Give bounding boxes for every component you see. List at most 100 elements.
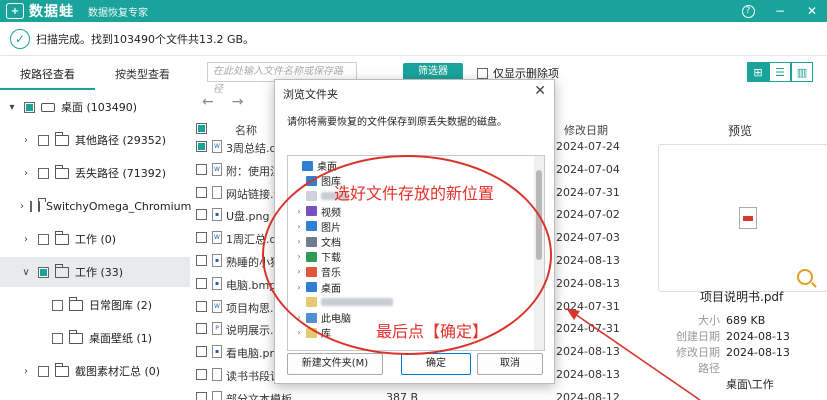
magnifier-icon[interactable] bbox=[797, 269, 813, 285]
tree-expand-icon[interactable]: ∨ bbox=[20, 267, 32, 278]
file-type-icon: W bbox=[212, 140, 222, 153]
tree-item[interactable]: › 丢失路径 (71392) bbox=[0, 158, 190, 188]
tree-item[interactable]: 日常图库 (2) bbox=[0, 290, 190, 320]
tree-expand-icon[interactable]: › bbox=[20, 201, 24, 212]
file-checkbox[interactable] bbox=[196, 369, 207, 380]
tree-expand-icon[interactable]: › bbox=[20, 135, 32, 146]
ok-button[interactable]: 确定 bbox=[401, 353, 471, 375]
dialog-tree-item[interactable]: › 库 bbox=[288, 325, 331, 340]
tree-item[interactable]: › 工作 (0) bbox=[0, 224, 190, 254]
tree-item[interactable]: ▾ 桌面 (103490) bbox=[0, 92, 190, 122]
file-date: 2024-07-31 bbox=[556, 299, 620, 313]
folder-icon bbox=[55, 164, 69, 179]
dialog-tree-item[interactable] bbox=[288, 295, 393, 310]
file-checkbox[interactable] bbox=[196, 391, 207, 400]
file-checkbox[interactable] bbox=[196, 186, 207, 198]
dialog-expand-icon[interactable]: › bbox=[294, 283, 304, 292]
file-date: 2024-08-12 bbox=[556, 390, 620, 400]
minimize-button[interactable]: − bbox=[771, 2, 789, 20]
nav-arrows: ← → bbox=[198, 92, 278, 112]
dialog-expand-icon[interactable]: › bbox=[294, 237, 304, 246]
tree-item[interactable]: ∨ 工作 (33) bbox=[0, 257, 190, 287]
tree-checkbox[interactable] bbox=[38, 167, 49, 179]
tree-expand-icon[interactable]: › bbox=[20, 168, 32, 179]
file-date: 2024-07-02 bbox=[556, 208, 620, 222]
grid-view-button[interactable]: ⊞ bbox=[747, 62, 769, 82]
select-all-checkbox[interactable] bbox=[196, 123, 207, 134]
tab-by-path[interactable]: 按路径查看 bbox=[0, 62, 95, 90]
dialog-tree-item[interactable]: › 文档 bbox=[288, 234, 341, 249]
tree-item[interactable]: 桌面壁纸 (1) bbox=[0, 323, 190, 353]
dialog-expand-icon[interactable]: › bbox=[294, 267, 304, 276]
file-date: 2024-07-31 bbox=[556, 185, 620, 199]
tree-expand-icon[interactable]: › bbox=[20, 234, 32, 245]
dialog-tree-item[interactable]: › 此电脑 bbox=[288, 310, 351, 325]
dialog-tree-item[interactable]: › 下载 bbox=[288, 249, 341, 264]
tree-item-label: 丢失路径 (71392) bbox=[75, 167, 167, 180]
file-row[interactable]: 部分文本模板 387 B 2024-08-12 bbox=[190, 387, 640, 400]
file-checkbox[interactable] bbox=[196, 255, 207, 266]
annotation-choose-location: 选好文件存放的新位置 bbox=[334, 184, 495, 203]
tree-checkbox[interactable] bbox=[38, 266, 49, 278]
dialog-expand-icon[interactable]: › bbox=[294, 252, 304, 261]
tree-checkbox[interactable] bbox=[38, 134, 49, 146]
file-type-icon: ▪ bbox=[212, 208, 222, 222]
tree-expand-icon[interactable]: › bbox=[20, 366, 32, 377]
dialog-scroll-thumb[interactable] bbox=[536, 170, 542, 260]
help-button[interactable]: ? bbox=[739, 2, 757, 20]
tree-item[interactable]: › 截图素材汇总 (0) bbox=[0, 356, 190, 386]
detail-view-button[interactable]: ▥ bbox=[791, 62, 813, 82]
back-arrow-icon[interactable]: ← bbox=[202, 94, 214, 110]
tree-item[interactable]: › 其他路径 (29352) bbox=[0, 125, 190, 155]
check-circle-icon: ✓ bbox=[10, 28, 30, 49]
file-checkbox[interactable] bbox=[196, 209, 207, 221]
tree-checkbox[interactable] bbox=[52, 299, 63, 311]
tree-item-label: 桌面 (103490) bbox=[61, 101, 138, 114]
tree-checkbox[interactable] bbox=[24, 101, 35, 113]
dialog-folder-icon bbox=[306, 266, 317, 277]
preview-box bbox=[658, 144, 827, 292]
forward-arrow-icon[interactable]: → bbox=[232, 94, 244, 110]
tree-item[interactable]: › SwitchyOmega_Chromium bbox=[0, 191, 191, 221]
folder-tree: ▾ 桌面 (103490) › 其他路径 (29352) › 丢失路径 (71392) › S… bbox=[0, 92, 191, 400]
dialog-tree-label: 桌面 bbox=[317, 162, 337, 173]
tree-checkbox[interactable] bbox=[38, 365, 49, 377]
dialog-tree-item[interactable]: › 视频 bbox=[288, 204, 341, 219]
new-folder-button[interactable]: 新建文件夹(M) bbox=[287, 353, 383, 375]
file-checkbox[interactable] bbox=[196, 346, 207, 358]
file-date: 2024-07-31 bbox=[556, 322, 620, 336]
close-button[interactable]: ✕ bbox=[803, 2, 821, 20]
file-checkbox[interactable] bbox=[196, 300, 207, 312]
tree-item-label: 其他路径 (29352) bbox=[75, 134, 167, 147]
view-switcher: ⊞ ☰ ▥ bbox=[747, 62, 813, 82]
file-checkbox[interactable] bbox=[196, 323, 207, 335]
tab-by-type[interactable]: 按类型查看 bbox=[95, 62, 190, 90]
dialog-expand-icon[interactable]: › bbox=[294, 313, 304, 322]
dialog-tree-item[interactable]: 桌面 bbox=[288, 158, 337, 173]
drive-icon bbox=[41, 102, 55, 112]
dialog-scrollbar[interactable] bbox=[534, 156, 544, 350]
dialog-tree-label: 视频 bbox=[321, 207, 341, 219]
tree-item-label: 工作 (0) bbox=[75, 233, 117, 246]
tree-checkbox[interactable] bbox=[38, 233, 49, 245]
cancel-button[interactable]: 取消 bbox=[477, 353, 543, 375]
only-deleted-checkbox[interactable] bbox=[477, 67, 488, 79]
dialog-expand-icon[interactable]: › bbox=[294, 222, 304, 231]
tree-expand-icon[interactable]: ▾ bbox=[6, 102, 18, 113]
dialog-expand-icon[interactable]: › bbox=[294, 207, 304, 216]
list-view-button[interactable]: ☰ bbox=[769, 62, 791, 82]
file-checkbox[interactable] bbox=[196, 232, 207, 244]
file-checkbox[interactable] bbox=[196, 141, 207, 152]
dialog-tree-item[interactable]: › 图片 bbox=[288, 219, 341, 234]
dialog-tree-item[interactable]: › 音乐 bbox=[288, 264, 341, 279]
annotation-click-ok: 最后点【确定】 bbox=[376, 322, 489, 341]
tree-item-label: 截图素材汇总 (0) bbox=[75, 365, 161, 378]
dialog-expand-icon[interactable]: › bbox=[294, 328, 304, 337]
file-checkbox[interactable] bbox=[196, 163, 207, 175]
dialog-tree-label: 文档 bbox=[321, 238, 341, 249]
dialog-close-icon[interactable]: ✕ bbox=[534, 83, 546, 99]
tree-checkbox[interactable] bbox=[30, 200, 32, 212]
file-checkbox[interactable] bbox=[196, 277, 207, 289]
dialog-tree-item[interactable]: › 桌面 bbox=[288, 280, 341, 295]
tree-checkbox[interactable] bbox=[52, 332, 63, 344]
